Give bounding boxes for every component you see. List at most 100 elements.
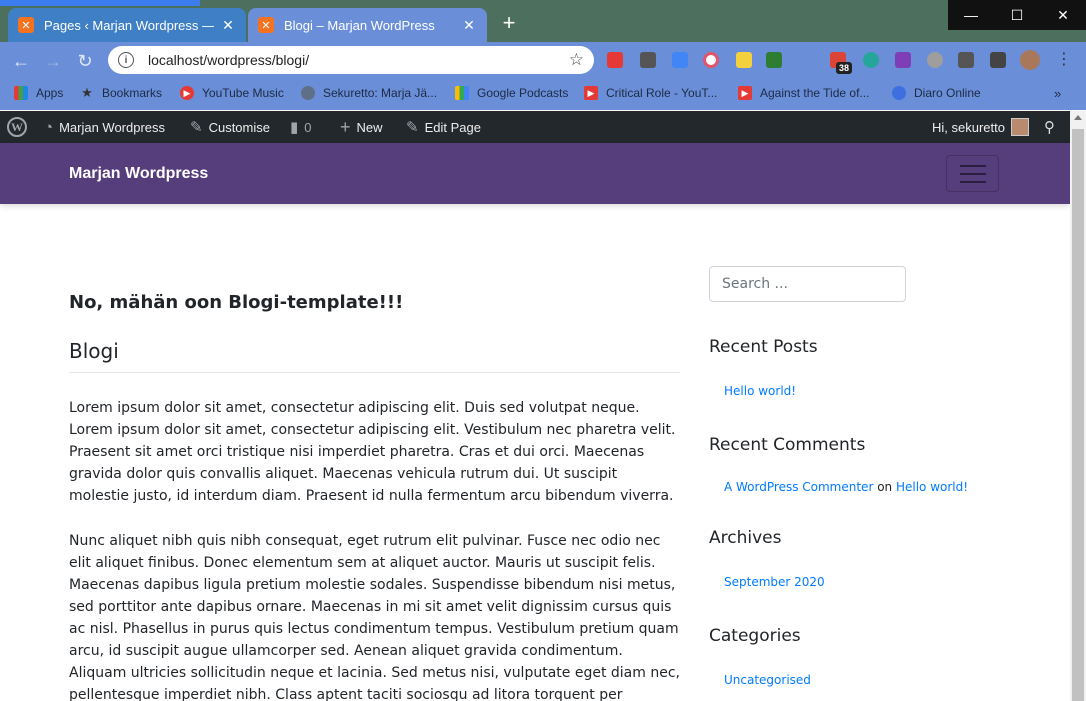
bookmark-diaro[interactable]: Diaro Online	[892, 86, 981, 100]
search-input[interactable]: Search ...	[709, 266, 906, 302]
menu-toggle-button[interactable]	[946, 155, 999, 192]
extension-icon[interactable]	[672, 52, 688, 68]
tab-blogi[interactable]: ✕ Blogi – Marjan WordPress ✕	[248, 8, 487, 42]
wp-logo-menu[interactable]: W	[7, 111, 27, 143]
paragraph: Nunc aliquet nibh quis nibh consequat, e…	[69, 533, 680, 701]
wp-comments[interactable]: ▮ 0	[290, 111, 312, 143]
maximize-icon[interactable]: ☐	[994, 0, 1040, 30]
window-close-icon[interactable]: ✕	[1040, 0, 1086, 30]
wp-new[interactable]: + New	[340, 111, 383, 143]
youtube-icon: ▶	[738, 86, 752, 100]
extension-icon[interactable]	[640, 52, 656, 68]
profile-avatar[interactable]	[1020, 50, 1040, 70]
plus-icon: +	[340, 116, 351, 137]
address-url[interactable]: localhost/wordpress/blogi/	[148, 52, 569, 68]
bookmark-folder[interactable]: ★ Bookmarks	[80, 85, 163, 100]
forward-icon[interactable]: →	[42, 50, 64, 72]
extension-icon[interactable]	[736, 52, 752, 68]
checkmark-extension-icon[interactable]	[766, 52, 782, 68]
wp-admin-bar: W ◔ Marjan Wordpress ✎ Customise ▮ 0 + N…	[0, 111, 1070, 143]
wordpress-icon: W	[7, 117, 27, 137]
star-icon: ★	[81, 85, 93, 100]
bookmarks-bar: Apps ★ Bookmarks ▶ YouTube Music Sekuret…	[0, 78, 1086, 110]
puzzle-icon[interactable]	[958, 52, 974, 68]
apps-grid-icon	[14, 86, 28, 100]
recent-posts-title: Recent Posts	[709, 337, 818, 357]
extension-icon[interactable]	[863, 52, 879, 68]
youtube-icon: ▶	[584, 86, 598, 100]
comment-icon: ▮	[290, 119, 299, 136]
extension-icon[interactable]	[607, 52, 623, 68]
comment-connector: on	[877, 480, 893, 494]
bookmark-label: Bookmarks	[102, 86, 163, 100]
wp-comments-count: 0	[304, 119, 312, 135]
diaro-icon	[892, 86, 906, 100]
xampp-icon: ✕	[258, 17, 274, 33]
comment-post-link[interactable]: Hello world!	[896, 480, 968, 494]
tab-title: Pages ‹ Marjan Wordpress — Wo	[44, 17, 214, 33]
bookmark-label: YouTube Music	[202, 86, 284, 100]
wp-customise[interactable]: ✎ Customise	[190, 111, 270, 143]
globe-icon	[301, 86, 315, 100]
search-icon: ⚲	[1044, 119, 1055, 136]
wp-my-account[interactable]: Hi, sekuretto	[932, 111, 1029, 143]
bookmark-apps[interactable]: Apps	[14, 86, 63, 100]
category-link[interactable]: Uncategorised	[724, 673, 811, 687]
site-header: Marjan Wordpress	[0, 143, 1070, 204]
bookmark-against-the-tide[interactable]: ▶ Against the Tide of...	[738, 86, 869, 100]
tab-title: Blogi – Marjan WordPress	[284, 17, 435, 33]
youtube-music-icon: ▶	[180, 86, 194, 100]
page-title: Blogi	[69, 339, 119, 363]
wp-edit-page[interactable]: ✎ Edit Page	[406, 111, 481, 143]
bookmark-star-icon[interactable]: ☆	[569, 50, 584, 70]
bookmark-label: Google Podcasts	[477, 86, 569, 100]
address-bar[interactable]: i localhost/wordpress/blogi/ ☆	[108, 46, 594, 74]
comment-author-link[interactable]: A WordPress Commenter	[724, 480, 873, 494]
wp-greeting: Hi, sekuretto	[932, 119, 1005, 135]
xampp-icon: ✕	[18, 17, 34, 33]
template-note: No, mähän oon Blogi-template!!!	[69, 292, 404, 313]
archive-link[interactable]: September 2020	[724, 575, 825, 589]
divider	[69, 372, 680, 373]
site-title[interactable]: Marjan Wordpress	[69, 165, 208, 183]
media-icon[interactable]	[990, 52, 1006, 68]
site-info-icon[interactable]: i	[118, 52, 134, 68]
hamburger-line	[959, 172, 986, 175]
bookmark-label: Diaro Online	[914, 86, 981, 100]
reload-icon[interactable]: ↻	[74, 50, 96, 72]
google-podcasts-icon	[455, 86, 469, 100]
dashboard-icon: ◔	[44, 118, 54, 136]
more-bookmarks-icon[interactable]: »	[1054, 86, 1061, 101]
back-icon[interactable]: ←	[10, 50, 32, 72]
bookmark-label: Apps	[36, 86, 64, 100]
wp-site-name[interactable]: ◔ Marjan Wordpress	[44, 111, 165, 143]
hamburger-line	[959, 164, 986, 167]
bookmark-youtube-music[interactable]: ▶ YouTube Music	[180, 86, 284, 100]
onenote-icon[interactable]	[895, 52, 911, 68]
avatar	[1010, 118, 1029, 136]
wp-edit-page-label: Edit Page	[424, 119, 481, 135]
recent-comment-item: A WordPress Commenter on Hello world!	[724, 480, 968, 494]
extension-icon[interactable]	[927, 52, 943, 68]
bookmark-google-podcasts[interactable]: Google Podcasts	[455, 86, 568, 100]
browser-toolbar: ← → ↻ i localhost/wordpress/blogi/ ☆	[0, 42, 1086, 78]
close-tab-icon[interactable]: ✕	[220, 17, 236, 34]
recent-post-link[interactable]: Hello world!	[724, 384, 796, 398]
tab-pages[interactable]: ✕ Pages ‹ Marjan Wordpress — Wo ✕	[8, 8, 246, 42]
browser-titlebar: ✕ Pages ‹ Marjan Wordpress — Wo ✕ ✕ Blog…	[0, 0, 1086, 42]
wp-customise-label: Customise	[208, 119, 270, 135]
scrollbar-thumb[interactable]	[1072, 129, 1084, 701]
wp-search[interactable]: ⚲	[1044, 111, 1061, 143]
bookmark-sekuretto[interactable]: Sekuretto: Marja Jä...	[301, 86, 437, 100]
extension-icon[interactable]	[703, 52, 719, 68]
minimize-icon[interactable]: —	[948, 0, 994, 30]
menu-icon[interactable]: ⋮	[1056, 50, 1072, 70]
bookmark-critical-role[interactable]: ▶ Critical Role - YouT...	[584, 86, 717, 100]
close-tab-icon[interactable]: ✕	[461, 17, 477, 34]
scrollbar[interactable]	[1070, 111, 1086, 701]
scroll-up-icon[interactable]	[1074, 115, 1082, 120]
bookmark-label: Critical Role - YouT...	[606, 86, 718, 100]
new-tab-icon[interactable]: +	[498, 12, 520, 34]
categories-title: Categories	[709, 626, 801, 646]
titlebar-accent	[0, 0, 200, 6]
